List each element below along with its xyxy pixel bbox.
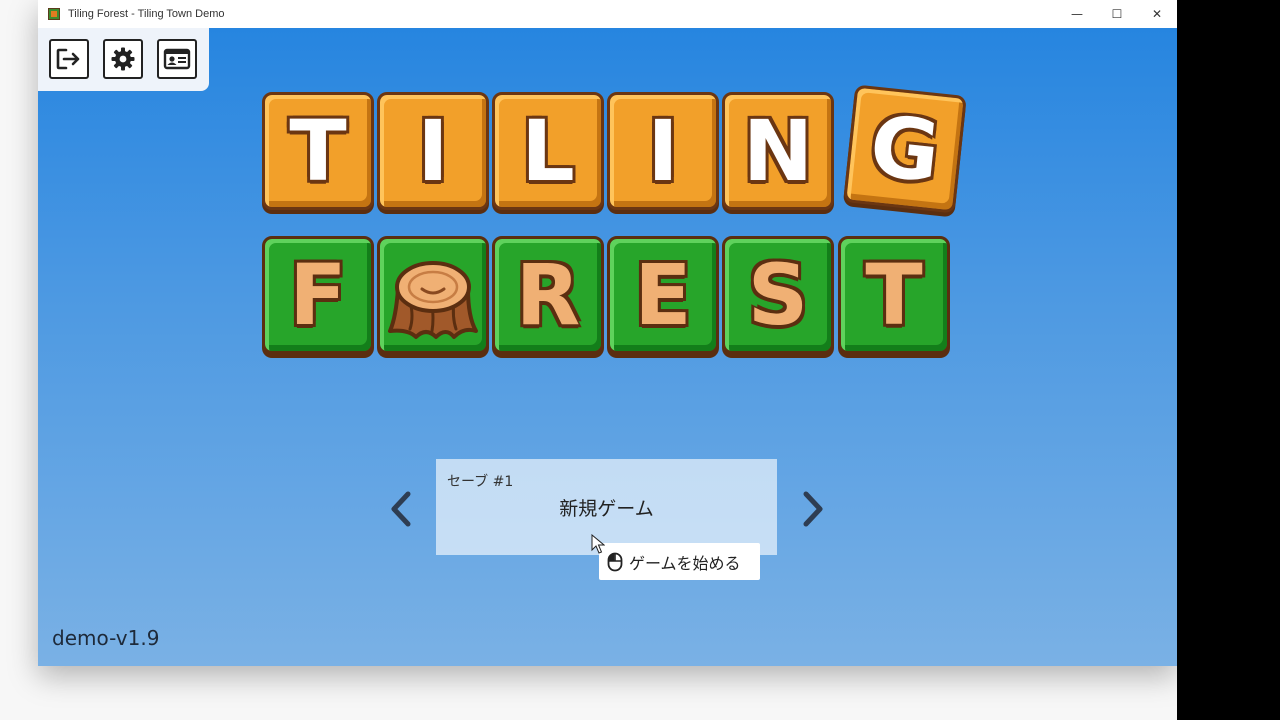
tree-stump-icon <box>388 261 478 339</box>
logo-letter: T <box>289 102 347 200</box>
logo-tile: I <box>607 92 719 210</box>
logo-tile: R <box>492 236 604 354</box>
logo-tile: I <box>377 92 489 210</box>
window-controls: — ☐ ✕ <box>1057 0 1177 28</box>
save-slot-title: 新規ゲーム <box>559 498 654 520</box>
logo-letter: T <box>865 246 923 344</box>
save-slot-label: セーブ #1 <box>447 474 514 490</box>
logo-letter: N <box>742 102 814 200</box>
logo-tile: N <box>722 92 834 210</box>
desktop-background-dark <box>1177 0 1280 720</box>
logo-letter: S <box>747 246 809 344</box>
chevron-left-icon <box>391 491 411 527</box>
start-game-tooltip: ゲームを始める <box>599 543 760 580</box>
logo-letter: F <box>289 246 347 344</box>
maximize-button[interactable]: ☐ <box>1097 0 1137 28</box>
tooltip-text: ゲームを始める <box>629 553 741 573</box>
chevron-right-icon <box>803 491 823 527</box>
logo-tile: G <box>843 84 967 214</box>
logo-letter: G <box>865 96 945 202</box>
version-label: demo-v1.9 <box>52 626 160 650</box>
window-title: Tiling Forest - Tiling Town Demo <box>68 8 225 20</box>
next-save-button[interactable] <box>793 487 833 531</box>
title-bar[interactable]: Tiling Forest - Tiling Town Demo — ☐ ✕ <box>38 0 1177 28</box>
mouse-cursor-icon <box>591 534 605 554</box>
game-client-area: T I L I N G F R E S T セーブ #1 新規ゲーム ゲームを始… <box>38 28 1177 666</box>
logo-letter: L <box>521 102 575 200</box>
logo-tile: T <box>838 236 950 354</box>
logo-tile: F <box>262 236 374 354</box>
prev-save-button[interactable] <box>381 487 421 531</box>
logo-letter: I <box>647 102 679 200</box>
logo-tile: E <box>607 236 719 354</box>
game-logo: T I L I N G F R E S T <box>38 28 1177 368</box>
logo-tile: T <box>262 92 374 210</box>
logo-tile: L <box>492 92 604 210</box>
logo-letter: I <box>417 102 449 200</box>
minimize-button[interactable]: — <box>1057 0 1097 28</box>
logo-tile-stump <box>377 236 489 354</box>
close-button[interactable]: ✕ <box>1137 0 1177 28</box>
logo-letter: E <box>634 246 692 344</box>
app-icon <box>48 8 60 20</box>
save-slot-card[interactable]: セーブ #1 新規ゲーム <box>436 459 777 555</box>
mouse-left-click-icon <box>607 552 623 571</box>
app-window: Tiling Forest - Tiling Town Demo — ☐ ✕ T… <box>38 0 1177 666</box>
logo-letter: R <box>515 246 581 344</box>
logo-tile: S <box>722 236 834 354</box>
